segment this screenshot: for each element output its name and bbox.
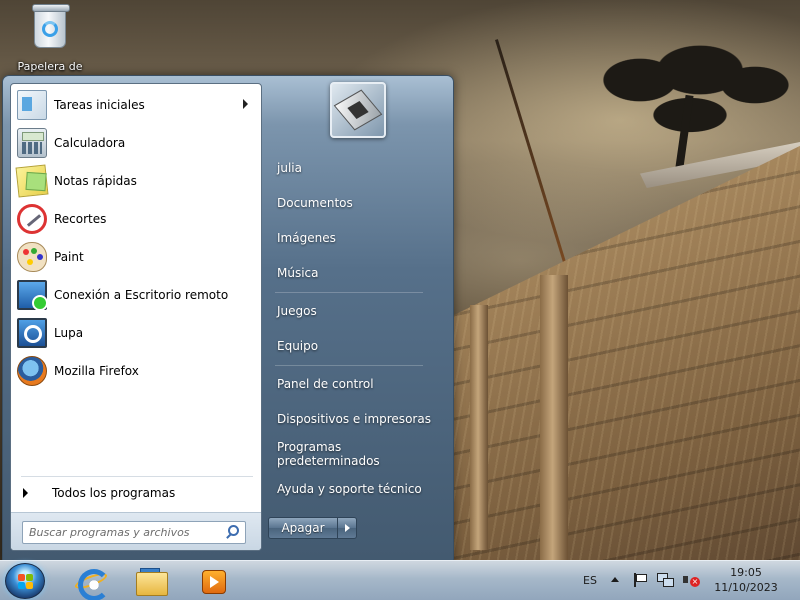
place-item-help-support[interactable]: Ayuda y soporte técnico — [267, 473, 447, 504]
wallpaper-fence-post — [470, 305, 488, 550]
place-label: Documentos — [277, 195, 353, 210]
place-label: Equipo — [277, 338, 319, 353]
media-player-icon[interactable] — [186, 564, 238, 598]
program-item-getting-started[interactable]: Tareas iniciales — [14, 87, 258, 123]
taskbar: ES × 19:05 11/10/2023 — [0, 560, 800, 600]
all-programs-label: Todos los programas — [52, 486, 176, 500]
program-item-remote-desktop[interactable]: Conexión a Escritorio remoto — [14, 277, 258, 313]
firefox-icon — [17, 356, 47, 386]
program-label: Calculadora — [54, 136, 126, 150]
clock-date: 11/10/2023 — [714, 581, 778, 594]
user-picture[interactable] — [330, 82, 386, 138]
all-programs-button[interactable]: Todos los programas — [14, 481, 258, 505]
search-area — [11, 512, 261, 550]
program-label: Tareas iniciales — [54, 98, 145, 112]
submenu-arrow-icon[interactable] — [243, 99, 248, 109]
program-item-snipping-tool[interactable]: Recortes — [14, 201, 258, 237]
program-item-paint[interactable]: Paint — [14, 239, 258, 275]
place-item-devices-printers[interactable]: Dispositivos e impresoras — [267, 403, 447, 434]
program-item-calculator[interactable]: Calculadora — [14, 125, 258, 161]
programs-pane: Tareas iniciales Calculadora Notas rápid… — [10, 83, 262, 551]
show-hidden-icons-icon[interactable] — [611, 577, 619, 582]
calculator-icon — [17, 128, 47, 158]
shutdown-button[interactable]: Apagar — [268, 517, 338, 539]
desktop-icon-recycle-bin[interactable]: Papelera de — [8, 4, 92, 76]
getting-started-icon — [17, 90, 47, 120]
place-label: Imágenes — [277, 230, 336, 245]
program-item-firefox[interactable]: Mozilla Firefox — [14, 353, 258, 389]
place-label: Juegos — [277, 303, 317, 318]
divider — [275, 292, 423, 293]
network-icon[interactable] — [657, 572, 674, 588]
place-item-music[interactable]: Música — [267, 257, 447, 288]
place-label: Dispositivos e impresoras — [277, 411, 431, 426]
recycle-logo-icon — [42, 21, 58, 37]
place-label: Programas predeterminados — [277, 439, 380, 468]
windows-orb-icon — [18, 574, 34, 590]
clock-time: 19:05 — [730, 566, 762, 579]
program-label: Lupa — [54, 326, 84, 340]
place-label: julia — [277, 160, 302, 175]
place-item-control-panel[interactable]: Panel de control — [267, 368, 447, 399]
place-label: Música — [277, 265, 319, 280]
wallpaper-fishing-rod — [495, 39, 569, 270]
wallpaper-fence — [452, 140, 800, 560]
place-item-games[interactable]: Juegos — [267, 295, 447, 326]
paint-icon — [17, 242, 47, 272]
remote-desktop-icon — [17, 280, 48, 311]
place-item-documents[interactable]: Documentos — [267, 187, 447, 218]
search-icon[interactable] — [225, 525, 239, 539]
file-explorer-icon[interactable] — [125, 564, 177, 598]
start-menu: Tareas iniciales Calculadora Notas rápid… — [2, 75, 454, 561]
volume-muted-icon[interactable]: × — [682, 572, 700, 588]
place-item-pictures[interactable]: Imágenes — [267, 222, 447, 253]
program-label: Recortes — [54, 212, 107, 226]
sticky-notes-icon — [15, 164, 49, 198]
wallpaper-fence-post — [540, 275, 568, 560]
place-item-computer[interactable]: Equipo — [267, 330, 447, 361]
place-label: Ayuda y soporte técnico — [277, 481, 422, 496]
language-indicator[interactable]: ES — [578, 572, 602, 590]
divider — [21, 476, 253, 477]
program-item-magnifier[interactable]: Lupa — [14, 315, 258, 351]
magnifier-icon — [17, 318, 47, 348]
program-label: Paint — [54, 250, 84, 264]
action-center-flag-icon[interactable] — [633, 573, 647, 587]
chevron-right-icon — [23, 488, 28, 498]
place-label: Panel de control — [277, 376, 374, 391]
recycle-bin-icon — [32, 4, 70, 48]
desktop-icon-label: Papelera de — [17, 60, 83, 73]
search-input[interactable] — [22, 521, 246, 544]
program-label: Mozilla Firefox — [54, 364, 139, 378]
shutdown-options-button[interactable] — [337, 517, 357, 539]
snipping-tool-icon — [17, 204, 47, 234]
divider — [275, 365, 423, 366]
place-item-default-programs[interactable]: Programas predeterminados — [267, 438, 447, 469]
program-item-sticky-notes[interactable]: Notas rápidas — [14, 163, 258, 199]
program-label: Conexión a Escritorio remoto — [54, 288, 229, 302]
user-picture-chip-icon — [333, 89, 383, 131]
program-label: Notas rápidas — [54, 174, 137, 188]
start-button[interactable] — [5, 563, 45, 599]
internet-explorer-icon[interactable] — [64, 564, 116, 600]
place-item-user[interactable]: julia — [267, 152, 447, 183]
clock[interactable]: 19:05 11/10/2023 — [706, 565, 786, 595]
